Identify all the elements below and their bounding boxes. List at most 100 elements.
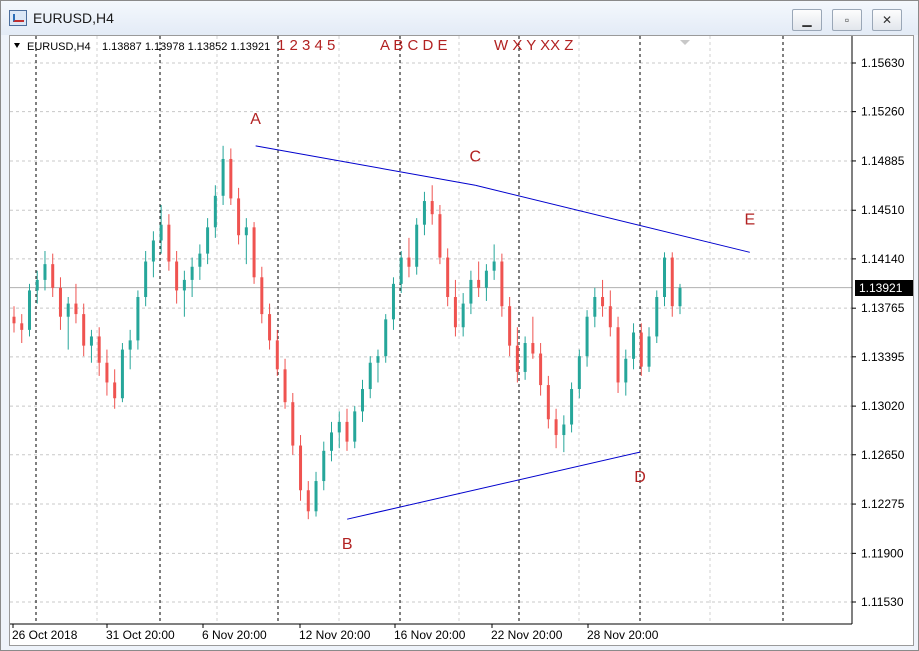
close-icon: ✕ [881, 13, 893, 27]
candle-body [330, 432, 334, 451]
price-axis: 1.15630 1.15260 1.14885 1.14510 1.14140 1.137… [851, 36, 905, 624]
candle-body [616, 327, 620, 383]
candle-body [430, 201, 434, 215]
candle-body [66, 303, 70, 317]
maximize-button[interactable]: ▫ [832, 9, 862, 31]
marker-wxyxxz: W X Y XX Z [494, 37, 573, 54]
candle-body [477, 279, 481, 288]
candle-body [376, 356, 380, 363]
symbol-label: EURUSD,H4 [27, 41, 91, 53]
dropdown-triangle-icon[interactable] [14, 43, 20, 48]
candle-body [314, 481, 318, 512]
candle-body [260, 277, 264, 315]
candle-body [299, 445, 303, 491]
candle-body [546, 385, 550, 420]
candle-body [58, 287, 62, 317]
trendline [347, 451, 641, 520]
price-tick-label: 1.12650 [861, 448, 905, 462]
price-tick-label: 1.13020 [861, 399, 905, 413]
candle-body [678, 287, 682, 307]
candles-group [12, 145, 682, 520]
candle-body [182, 279, 186, 291]
maximize-icon: ▫ [844, 13, 850, 27]
minimize-button[interactable]: ▁ [792, 9, 822, 31]
candle-body [422, 201, 426, 225]
time-axis: 26 Oct 2018 31 Oct 20:00 6 Nov 20:00 12 Nov… [12, 624, 659, 642]
marker-numbers: 1 2 3 4 5 [277, 37, 335, 54]
candle-body [492, 261, 496, 271]
candle-body [89, 336, 93, 346]
candle-body [229, 158, 233, 199]
candle-body [268, 314, 272, 341]
candle-body [593, 297, 597, 317]
marker-abcde: A B C D E [380, 37, 448, 54]
price-tick-label: 1.13765 [861, 301, 905, 315]
candle-body [484, 270, 488, 288]
candle-body [43, 264, 47, 280]
ohlc-values: 1.13887 1.13978 1.13852 1.13921 [102, 41, 270, 53]
price-tick-label: 1.12275 [861, 497, 905, 511]
trendline [255, 145, 476, 186]
candle-body [415, 224, 419, 267]
candle-body [105, 362, 109, 383]
candle-body [585, 316, 589, 357]
candle-body [438, 214, 442, 258]
candle-body [345, 421, 349, 442]
time-tick-label: 28 Nov 20:00 [587, 628, 659, 642]
time-tick-label: 6 Nov 20:00 [202, 628, 267, 642]
triangle-trendlines[interactable] [255, 145, 750, 520]
candle-body [221, 158, 225, 196]
candle-body [82, 314, 86, 346]
wave-point-label: A [250, 111, 261, 128]
candle-body [51, 264, 55, 288]
candle-body [446, 257, 450, 298]
candle-body [283, 369, 287, 403]
title-bar[interactable]: EURUSD,H4 ▁ ▫ ✕ [1, 1, 918, 35]
time-tick-label: 22 Nov 20:00 [491, 628, 563, 642]
candle-body [120, 349, 124, 399]
candle-body [167, 224, 171, 262]
candle-body [570, 389, 574, 425]
candle-body [523, 343, 527, 372]
candle-body [337, 421, 341, 433]
window-title: EURUSD,H4 [33, 10, 114, 26]
price-tick-label: 1.15630 [861, 56, 905, 70]
price-chart[interactable]: A B C D E EURUSD,H4 1.13887 1.13978 1.13852 … [9, 35, 914, 646]
candle-body [159, 224, 163, 241]
candle-body [35, 279, 39, 291]
candle-body [244, 227, 248, 236]
shift-marker-icon[interactable] [680, 40, 690, 45]
price-tick-label: 1.11900 [861, 546, 904, 560]
candle-body [655, 297, 659, 337]
candle-body [113, 382, 117, 399]
candle-body [632, 332, 636, 359]
price-tick-label: 1.14885 [861, 154, 905, 168]
candle-body [128, 340, 132, 350]
candle-body [670, 257, 674, 307]
candle-body [306, 490, 310, 512]
chart-canvas[interactable]: A B C D E EURUSD,H4 1.13887 1.13978 1.13852 … [10, 36, 913, 645]
candle-body [384, 319, 388, 357]
candle-body [237, 198, 241, 236]
wave-point-label: C [469, 148, 481, 165]
candle-body [275, 340, 279, 370]
time-tick-label: 26 Oct 2018 [12, 628, 78, 642]
candle-body [601, 297, 605, 307]
candle-body [500, 261, 504, 307]
candle-body [74, 303, 78, 315]
chart-window: EURUSD,H4 ▁ ▫ ✕ A B C D E EURUSD,H4 1.13887 … [0, 0, 919, 651]
candle-body [206, 227, 210, 254]
candle-body [508, 306, 512, 346]
close-button[interactable]: ✕ [872, 9, 902, 31]
candle-body [647, 336, 651, 367]
minimize-icon: ▁ [802, 13, 812, 27]
candle-body [198, 253, 202, 267]
price-tick-label: 1.15260 [861, 105, 905, 119]
candle-body [360, 389, 364, 412]
price-tick-label: 1.14140 [861, 252, 905, 266]
candle-body [190, 266, 194, 280]
candle-body [353, 411, 357, 442]
candle-body [608, 306, 612, 328]
candle-body [639, 332, 643, 367]
time-tick-label: 31 Oct 20:00 [106, 628, 175, 642]
